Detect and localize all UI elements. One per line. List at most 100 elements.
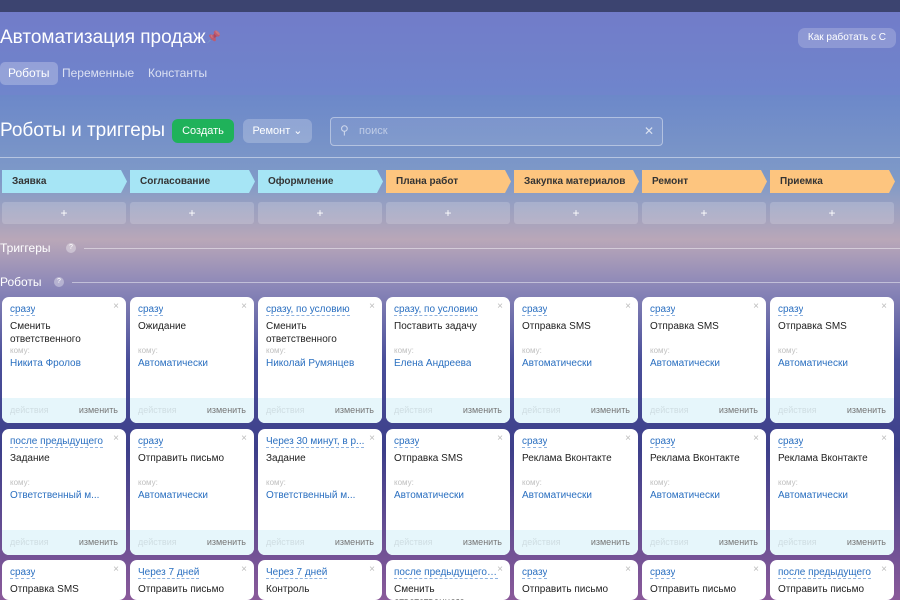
robot-condition-link[interactable]: сразу bbox=[650, 567, 676, 579]
edit-link[interactable]: изменить bbox=[79, 405, 118, 415]
robot-assignee-link[interactable]: Ответственный м... bbox=[266, 490, 355, 501]
tab-variables[interactable]: Переменные bbox=[54, 62, 142, 85]
add-trigger-button[interactable]: + bbox=[258, 202, 382, 224]
robot-condition-link[interactable]: Через 7 дней bbox=[266, 567, 328, 579]
robot-assignee-link[interactable]: Елена Андреева bbox=[394, 358, 471, 369]
robot-card[interactable]: сразу × Ожидание кому: Автоматически дейс… bbox=[130, 297, 254, 423]
actions-link[interactable]: действия bbox=[266, 405, 305, 415]
add-trigger-button[interactable]: + bbox=[386, 202, 510, 224]
robot-card[interactable]: сразу × Отправить письмо bbox=[514, 560, 638, 600]
robot-condition-link[interactable]: сразу bbox=[394, 436, 420, 448]
edit-link[interactable]: изменить bbox=[335, 405, 374, 415]
robot-card[interactable]: сразу, по условию × Сменить ответственно… bbox=[258, 297, 382, 423]
actions-link[interactable]: действия bbox=[394, 405, 433, 415]
robot-assignee-link[interactable]: Автоматически bbox=[138, 358, 208, 369]
close-icon[interactable]: × bbox=[497, 433, 503, 444]
edit-link[interactable]: изменить bbox=[847, 405, 886, 415]
close-icon[interactable]: × bbox=[881, 433, 887, 444]
robot-condition-link[interactable]: после предыдущего bbox=[10, 436, 103, 448]
close-icon[interactable]: × bbox=[881, 301, 887, 312]
robot-condition-link[interactable]: сразу, по условию bbox=[394, 304, 478, 316]
robot-condition-link[interactable]: после предыдущего bbox=[778, 567, 871, 579]
stage-3[interactable]: Плана работ bbox=[386, 170, 511, 193]
robot-condition-link[interactable]: после предыдущего,... bbox=[394, 567, 498, 579]
close-icon[interactable]: × bbox=[241, 301, 247, 312]
robot-card[interactable]: сразу × Отправить письмо кому: Автоматиче… bbox=[130, 429, 254, 555]
edit-link[interactable]: изменить bbox=[719, 537, 758, 547]
close-icon[interactable]: × bbox=[753, 433, 759, 444]
create-button[interactable]: Создать bbox=[172, 119, 234, 143]
edit-link[interactable]: изменить bbox=[207, 405, 246, 415]
robot-assignee-link[interactable]: Автоматически bbox=[394, 490, 464, 501]
actions-link[interactable]: действия bbox=[10, 537, 49, 547]
robot-assignee-link[interactable]: Автоматически bbox=[522, 490, 592, 501]
robot-condition-link[interactable]: сразу bbox=[778, 436, 804, 448]
robot-condition-link[interactable]: Через 30 минут, в р... bbox=[266, 436, 365, 448]
actions-link[interactable]: действия bbox=[266, 537, 305, 547]
robot-condition-link[interactable]: сразу bbox=[10, 304, 36, 316]
robot-assignee-link[interactable]: Автоматически bbox=[522, 358, 592, 369]
add-trigger-button[interactable]: + bbox=[130, 202, 254, 224]
close-icon[interactable]: × bbox=[241, 564, 247, 575]
robot-condition-link[interactable]: сразу bbox=[138, 304, 164, 316]
tab-robots[interactable]: Роботы bbox=[0, 62, 58, 85]
actions-link[interactable]: действия bbox=[650, 405, 689, 415]
close-icon[interactable]: × bbox=[241, 433, 247, 444]
stage-1[interactable]: Согласование bbox=[130, 170, 255, 193]
stage-0[interactable]: Заявка bbox=[2, 170, 127, 193]
close-icon[interactable]: × bbox=[625, 301, 631, 312]
edit-link[interactable]: изменить bbox=[335, 537, 374, 547]
edit-link[interactable]: изменить bbox=[79, 537, 118, 547]
close-icon[interactable]: × bbox=[497, 301, 503, 312]
category-select[interactable]: Ремонт ⌄ bbox=[243, 119, 312, 143]
robot-card[interactable]: сразу × Отправить письмо bbox=[642, 560, 766, 600]
robot-card[interactable]: сразу × Сменить ответственного кому: Ники… bbox=[2, 297, 126, 423]
stage-6[interactable]: Приемка bbox=[770, 170, 895, 193]
robot-card[interactable]: сразу × Отправка SMS кому: Автоматически … bbox=[514, 297, 638, 423]
actions-link[interactable]: действия bbox=[522, 537, 561, 547]
robot-card[interactable]: сразу × Отправка SMS кому: Автоматически … bbox=[642, 297, 766, 423]
close-icon[interactable]: × bbox=[113, 301, 119, 312]
robot-condition-link[interactable]: сразу bbox=[522, 304, 548, 316]
close-icon[interactable]: × bbox=[113, 433, 119, 444]
add-trigger-button[interactable]: + bbox=[642, 202, 766, 224]
robot-card[interactable]: Через 30 минут, в р... × Задание кому: От… bbox=[258, 429, 382, 555]
stage-2[interactable]: Оформление bbox=[258, 170, 383, 193]
robot-assignee-link[interactable]: Автоматически bbox=[138, 490, 208, 501]
edit-link[interactable]: изменить bbox=[591, 405, 630, 415]
actions-link[interactable]: действия bbox=[138, 537, 177, 547]
robot-card[interactable]: Через 7 дней × Отправить письмо bbox=[130, 560, 254, 600]
robot-card[interactable]: сразу × Отправка SMS bbox=[2, 560, 126, 600]
robot-assignee-link[interactable]: Автоматически bbox=[778, 490, 848, 501]
close-icon[interactable]: × bbox=[369, 301, 375, 312]
stage-5[interactable]: Ремонт bbox=[642, 170, 767, 193]
robot-condition-link[interactable]: сразу bbox=[522, 436, 548, 448]
robot-card[interactable]: Через 7 дней × Контроль bbox=[258, 560, 382, 600]
robot-condition-link[interactable]: сразу bbox=[522, 567, 548, 579]
robot-assignee-link[interactable]: Ответственный м... bbox=[10, 490, 99, 501]
robot-assignee-link[interactable]: Автоматически bbox=[650, 358, 720, 369]
robot-assignee-link[interactable]: Николай Румянцев bbox=[266, 358, 354, 369]
robot-card[interactable]: после предыдущего × Отправить письмо bbox=[770, 560, 894, 600]
edit-link[interactable]: изменить bbox=[591, 537, 630, 547]
robot-card[interactable]: сразу × Реклама Вконтакте кому: Автоматич… bbox=[770, 429, 894, 555]
close-icon[interactable]: × bbox=[881, 564, 887, 575]
close-icon[interactable]: × bbox=[753, 301, 759, 312]
pin-icon[interactable]: 📌 bbox=[206, 30, 221, 44]
edit-link[interactable]: изменить bbox=[463, 405, 502, 415]
close-icon[interactable]: × bbox=[369, 564, 375, 575]
robot-condition-link[interactable]: Через 7 дней bbox=[138, 567, 200, 579]
actions-link[interactable]: действия bbox=[522, 405, 561, 415]
actions-link[interactable]: действия bbox=[138, 405, 177, 415]
help-icon[interactable]: ? bbox=[66, 243, 76, 253]
close-icon[interactable]: × bbox=[625, 433, 631, 444]
edit-link[interactable]: изменить bbox=[463, 537, 502, 547]
edit-link[interactable]: изменить bbox=[847, 537, 886, 547]
robot-assignee-link[interactable]: Автоматически bbox=[778, 358, 848, 369]
close-icon[interactable]: × bbox=[369, 433, 375, 444]
actions-link[interactable]: действия bbox=[10, 405, 49, 415]
edit-link[interactable]: изменить bbox=[207, 537, 246, 547]
robot-assignee-link[interactable]: Автоматически bbox=[650, 490, 720, 501]
close-icon[interactable]: × bbox=[113, 564, 119, 575]
robot-card[interactable]: сразу × Отправка SMS кому: Автоматически … bbox=[770, 297, 894, 423]
